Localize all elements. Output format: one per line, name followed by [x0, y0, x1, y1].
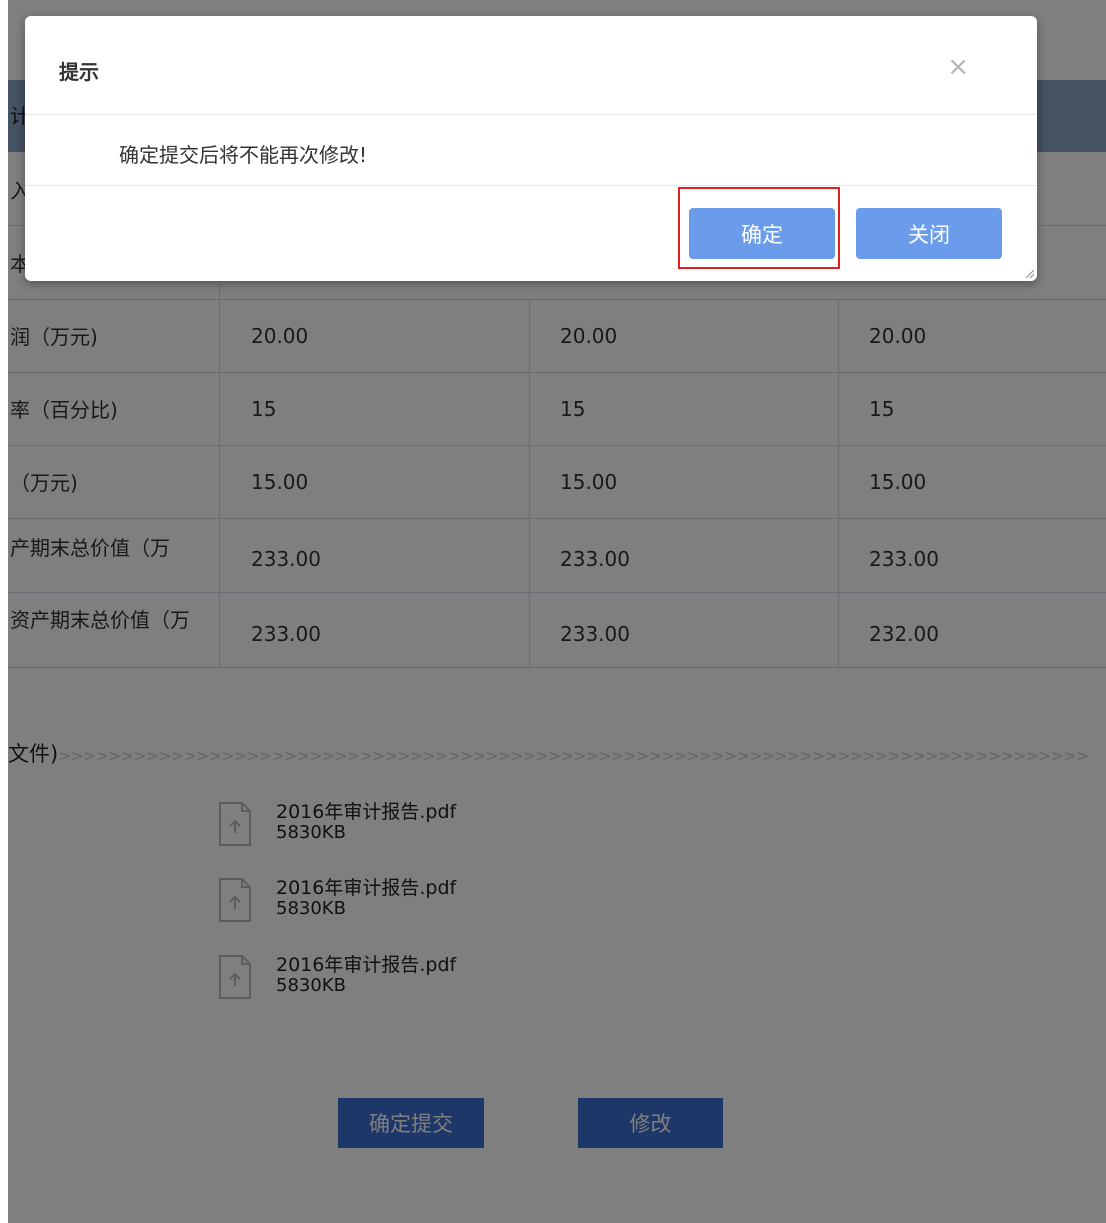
confirm-dialog: 提示 × 确定提交后将不能再次修改! 确定 关闭 [25, 16, 1037, 281]
dialog-body: 确定提交后将不能再次修改! [25, 115, 1037, 186]
page-edge [0, 0, 8, 1223]
close-icon[interactable]: × [947, 52, 969, 82]
resize-handle-icon[interactable] [1023, 267, 1035, 279]
dialog-message: 确定提交后将不能再次修改! [119, 143, 368, 167]
dialog-title: 提示 [59, 60, 99, 84]
highlight-box [678, 187, 840, 269]
dialog-close-button[interactable]: 关闭 [856, 208, 1002, 259]
dialog-header: 提示 × [25, 16, 1037, 115]
